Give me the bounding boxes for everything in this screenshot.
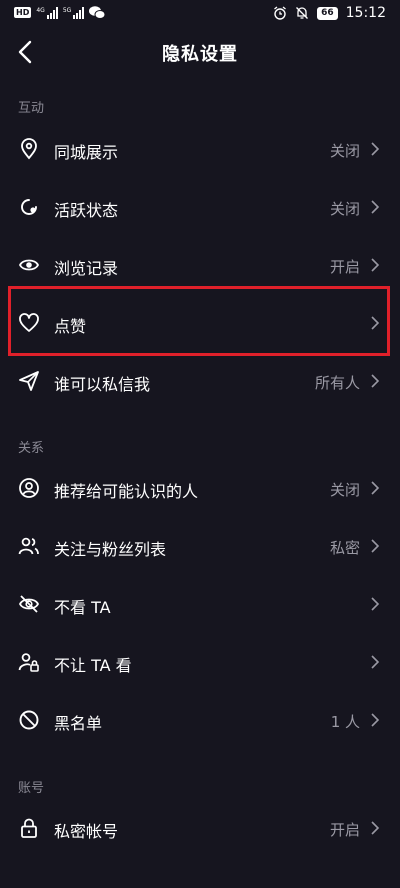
- row-recommend-to-acquaintances[interactable]: 推荐给可能认识的人 关闭: [0, 459, 400, 517]
- row-blacklist[interactable]: 黑名单 1 人: [0, 691, 400, 749]
- battery-icon: 66: [317, 6, 338, 20]
- row-value: 关闭: [329, 200, 360, 218]
- mute-icon: [296, 7, 309, 19]
- row-hide-from-them[interactable]: 不让 TA 看: [0, 633, 400, 691]
- row-label: 不让 TA 看: [54, 656, 132, 675]
- send-icon: [19, 371, 39, 391]
- chevron-right-icon: [371, 258, 380, 272]
- row-active-status[interactable]: 活跃状态 关闭: [0, 178, 400, 236]
- user-lock-icon: [18, 653, 39, 672]
- status-bar: HD 4G 5G 66 15:12: [0, 0, 400, 28]
- row-city-display[interactable]: 同城展示 关闭: [0, 120, 400, 178]
- signal-icon: 4G: [36, 6, 58, 19]
- row-value: 开启: [329, 258, 360, 276]
- row-label: 同城展示: [54, 143, 119, 162]
- row-value: 1 人: [330, 713, 360, 731]
- row-private-account[interactable]: 私密帐号 开启: [0, 799, 400, 857]
- chevron-right-icon: [371, 200, 380, 214]
- wechat-icon: [89, 6, 106, 19]
- chevron-right-icon: [371, 655, 380, 669]
- row-value: 所有人: [314, 374, 360, 392]
- alarm-icon: [274, 6, 287, 20]
- highlight-box: [8, 286, 390, 356]
- row-value: 开启: [329, 821, 360, 839]
- row-label: 私密帐号: [54, 822, 119, 841]
- section-label-account: 账号: [18, 781, 45, 796]
- row-follow-fans-list[interactable]: 关注与粉丝列表 私密: [0, 517, 400, 575]
- chevron-right-icon: [371, 539, 380, 553]
- row-label: 浏览记录: [54, 259, 119, 278]
- section-label-relationship: 关系: [18, 441, 45, 456]
- block-icon: [19, 710, 39, 730]
- row-label: 活跃状态: [54, 201, 119, 220]
- page-title: 隐私设置: [162, 44, 238, 65]
- row-label: 黑名单: [54, 714, 103, 733]
- hd-badge: HD: [14, 7, 32, 18]
- chevron-right-icon: [371, 821, 380, 835]
- nav-bar: 隐私设置: [0, 28, 400, 76]
- eye-off-icon: [18, 595, 40, 613]
- location-pin-icon: [21, 138, 37, 160]
- row-dont-see-them[interactable]: 不看 TA: [0, 575, 400, 633]
- row-label: 不看 TA: [54, 598, 111, 617]
- chevron-right-icon: [371, 481, 380, 495]
- row-value: 关闭: [329, 481, 360, 499]
- signal-icon-2: 5G: [63, 6, 85, 19]
- chevron-right-icon: [371, 142, 380, 156]
- row-label: 推荐给可能认识的人: [54, 482, 199, 501]
- row-label: 谁可以私信我: [54, 375, 151, 394]
- section-label-interaction: 互动: [18, 101, 45, 116]
- active-status-icon: [21, 199, 37, 215]
- row-who-can-message[interactable]: 谁可以私信我 所有人: [0, 352, 400, 410]
- row-value: 关闭: [329, 142, 360, 160]
- clock: 15:12: [345, 5, 386, 21]
- chevron-right-icon: [371, 713, 380, 727]
- lock-icon: [21, 818, 37, 838]
- user-circle-icon: [19, 478, 39, 498]
- chevron-right-icon: [371, 374, 380, 388]
- eye-icon: [18, 259, 40, 271]
- row-value: 私密: [329, 539, 360, 557]
- chevron-right-icon: [371, 597, 380, 611]
- row-label: 关注与粉丝列表: [54, 540, 167, 559]
- users-icon: [18, 537, 39, 555]
